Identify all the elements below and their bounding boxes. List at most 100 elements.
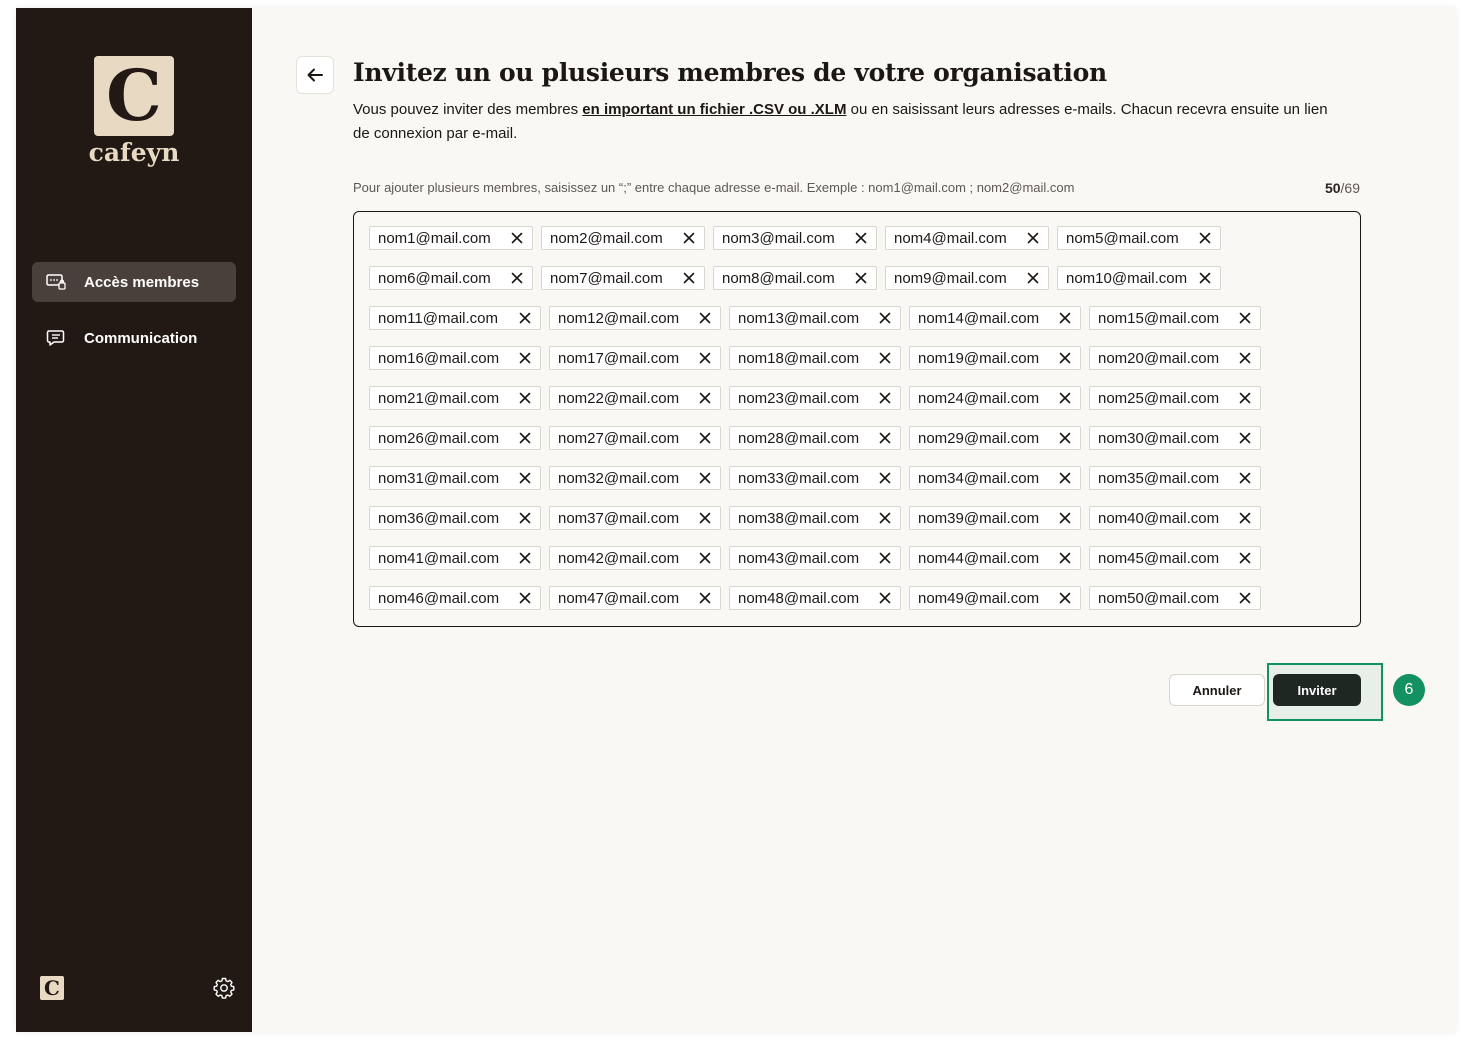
email-tag-label: nom41@mail.com [378, 549, 500, 567]
remove-email-icon[interactable] [510, 427, 540, 449]
remove-email-icon[interactable] [510, 587, 540, 609]
remove-email-icon[interactable] [1050, 507, 1080, 529]
remove-email-icon[interactable] [1230, 387, 1260, 409]
sidebar-item-communication[interactable]: Communication [32, 318, 236, 358]
remove-email-icon[interactable] [502, 267, 532, 289]
remove-email-icon[interactable] [1230, 467, 1260, 489]
email-tag: nom49@mail.com [909, 586, 1081, 610]
remove-email-icon[interactable] [1050, 307, 1080, 329]
email-tag-label: nom16@mail.com [378, 349, 500, 367]
email-tag-label: nom36@mail.com [378, 509, 500, 527]
email-tag: nom7@mail.com [541, 266, 705, 290]
email-tag-label: nom43@mail.com [738, 549, 860, 567]
remove-email-icon[interactable] [1050, 547, 1080, 569]
counter-total: /69 [1340, 180, 1360, 196]
remove-email-icon[interactable] [510, 387, 540, 409]
email-tag-label: nom10@mail.com [1066, 269, 1188, 287]
email-tag: nom32@mail.com [549, 466, 721, 490]
email-tag-label: nom12@mail.com [558, 309, 680, 327]
email-tag-label: nom27@mail.com [558, 429, 680, 447]
remove-email-icon[interactable] [690, 467, 720, 489]
email-tag: nom41@mail.com [369, 546, 541, 570]
email-tag-label: nom13@mail.com [738, 309, 860, 327]
cancel-button[interactable]: Annuler [1169, 674, 1265, 706]
email-tag-label: nom49@mail.com [918, 589, 1040, 607]
email-tag: nom18@mail.com [729, 346, 901, 370]
remove-email-icon[interactable] [674, 227, 704, 249]
remove-email-icon[interactable] [870, 387, 900, 409]
remove-email-icon[interactable] [870, 307, 900, 329]
remove-email-icon[interactable] [690, 587, 720, 609]
remove-email-icon[interactable] [1230, 427, 1260, 449]
remove-email-icon[interactable] [1230, 587, 1260, 609]
email-tag-label: nom38@mail.com [738, 509, 860, 527]
remove-email-icon[interactable] [674, 267, 704, 289]
remove-email-icon[interactable] [870, 427, 900, 449]
cafeyn-small-logo[interactable]: C [40, 976, 64, 1000]
email-tag: nom15@mail.com [1089, 306, 1261, 330]
remove-email-icon[interactable] [690, 347, 720, 369]
email-tag: nom16@mail.com [369, 346, 541, 370]
remove-email-icon[interactable] [1050, 587, 1080, 609]
email-tag: nom31@mail.com [369, 466, 541, 490]
remove-email-icon[interactable] [510, 467, 540, 489]
remove-email-icon[interactable] [690, 507, 720, 529]
email-tag-label: nom46@mail.com [378, 589, 500, 607]
email-tag-label: nom18@mail.com [738, 349, 860, 367]
remove-email-icon[interactable] [1190, 227, 1220, 249]
remove-email-icon[interactable] [510, 347, 540, 369]
remove-email-icon[interactable] [870, 547, 900, 569]
remove-email-icon[interactable] [510, 307, 540, 329]
remove-email-icon[interactable] [870, 467, 900, 489]
email-tag-label: nom39@mail.com [918, 509, 1040, 527]
email-tag: nom43@mail.com [729, 546, 901, 570]
brand-name: cafeyn [88, 138, 180, 167]
remove-email-icon[interactable] [510, 507, 540, 529]
email-tag: nom24@mail.com [909, 386, 1081, 410]
email-tag-label: nom44@mail.com [918, 549, 1040, 567]
email-tag-label: nom23@mail.com [738, 389, 860, 407]
email-tag-label: nom2@mail.com [550, 229, 663, 247]
email-tag: nom9@mail.com [885, 266, 1049, 290]
sidebar-item-members-access[interactable]: Accès membres [32, 262, 236, 302]
remove-email-icon[interactable] [846, 267, 876, 289]
back-button[interactable] [296, 56, 334, 94]
remove-email-icon[interactable] [690, 427, 720, 449]
remove-email-icon[interactable] [870, 347, 900, 369]
email-tag: nom19@mail.com [909, 346, 1081, 370]
remove-email-icon[interactable] [1050, 467, 1080, 489]
remove-email-icon[interactable] [1230, 307, 1260, 329]
email-tag-label: nom8@mail.com [722, 269, 835, 287]
remove-email-icon[interactable] [510, 547, 540, 569]
invite-button[interactable]: Inviter [1273, 674, 1361, 706]
remove-email-icon[interactable] [1050, 347, 1080, 369]
remove-email-icon[interactable] [1018, 227, 1048, 249]
remove-email-icon[interactable] [1230, 507, 1260, 529]
email-tag-label: nom21@mail.com [378, 389, 500, 407]
email-tags-input[interactable]: nom1@mail.com nom2@mail.com nom3@mail.com n… [353, 211, 1361, 627]
email-tag: nom22@mail.com [549, 386, 721, 410]
email-tag-label: nom37@mail.com [558, 509, 680, 527]
remove-email-icon[interactable] [1230, 547, 1260, 569]
remove-email-icon[interactable] [1190, 267, 1220, 289]
members-access-icon [46, 274, 66, 290]
gear-icon[interactable] [212, 976, 236, 1000]
remove-email-icon[interactable] [846, 227, 876, 249]
remove-email-icon[interactable] [1230, 347, 1260, 369]
remove-email-icon[interactable] [690, 387, 720, 409]
import-file-link[interactable]: en important un fichier .CSV ou .XLM [582, 101, 846, 118]
email-tag-label: nom40@mail.com [1098, 509, 1220, 527]
email-tag-label: nom11@mail.com [378, 309, 498, 327]
remove-email-icon[interactable] [870, 507, 900, 529]
email-tag-label: nom28@mail.com [738, 429, 860, 447]
remove-email-icon[interactable] [690, 547, 720, 569]
email-tag: nom8@mail.com [713, 266, 877, 290]
remove-email-icon[interactable] [690, 307, 720, 329]
email-tag: nom23@mail.com [729, 386, 901, 410]
remove-email-icon[interactable] [1050, 427, 1080, 449]
remove-email-icon[interactable] [1018, 267, 1048, 289]
remove-email-icon[interactable] [1050, 387, 1080, 409]
email-tag: nom35@mail.com [1089, 466, 1261, 490]
remove-email-icon[interactable] [870, 587, 900, 609]
remove-email-icon[interactable] [502, 227, 532, 249]
